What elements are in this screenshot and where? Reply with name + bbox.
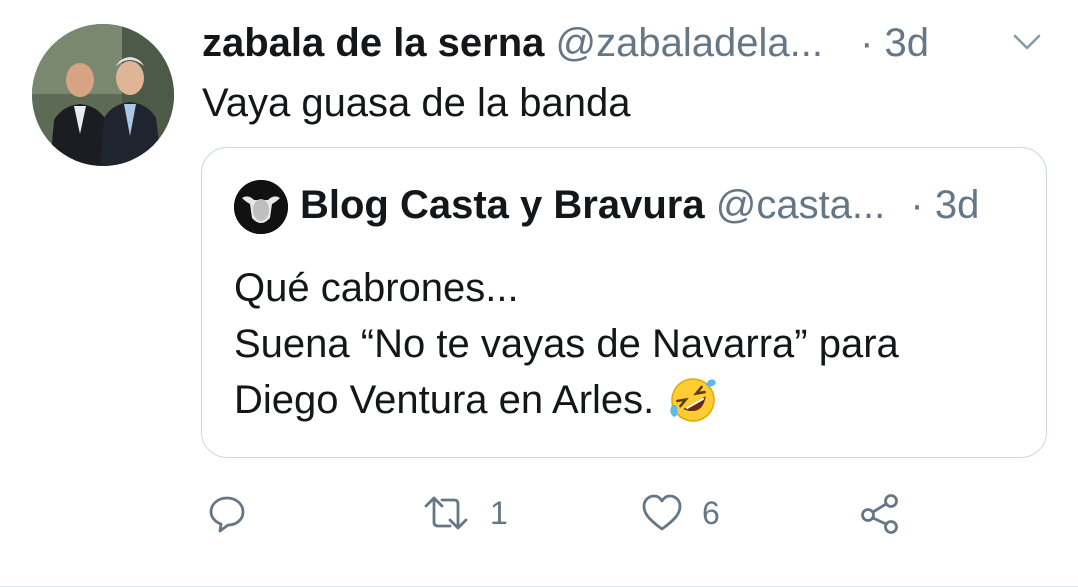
tweet-time[interactable]: · 3d [860, 21, 929, 65]
author-handle[interactable]: @zabaladela... [556, 21, 823, 65]
action-bar: 1 6 [0, 488, 1078, 538]
quoted-line-1: Qué cabrones... [234, 266, 519, 310]
reply-icon [206, 492, 248, 534]
quoted-line-3: Diego Ventura en Arles. [234, 378, 655, 422]
bull-head-avatar [234, 180, 288, 234]
like-button[interactable]: 6 [640, 488, 720, 538]
tweet-header: zabala de la serna @zabaladela... · 3d [202, 20, 1042, 66]
retweet-count: 1 [490, 494, 508, 531]
reply-button[interactable] [206, 488, 248, 538]
heart-icon [640, 492, 684, 534]
quoted-line-3-wrap: Diego Ventura en Arles. [234, 372, 899, 428]
author-avatar[interactable] [32, 24, 174, 166]
quoted-author-handle: @casta... [715, 183, 886, 227]
retweet-button[interactable]: 1 [420, 488, 508, 538]
quoted-text: Qué cabrones... Suena “No te vayas de Na… [234, 260, 899, 428]
quoted-time: · 3d [910, 183, 980, 227]
quoted-line-2: Suena “No te vayas de Navarra” para [234, 322, 899, 366]
tweet-text: Vaya guasa de la banda [202, 81, 631, 125]
quoted-author-name: Blog Casta y Bravura [300, 183, 705, 227]
rolling-on-floor-laughing-emoji [668, 375, 718, 425]
quoted-header: Blog Casta y Bravura @casta... · 3d [300, 180, 979, 230]
author-name[interactable]: zabala de la serna [202, 21, 544, 65]
share-button[interactable] [858, 488, 902, 538]
like-count: 6 [702, 494, 720, 531]
profile-photo-two-men [32, 24, 174, 166]
quoted-tweet-card[interactable]: Blog Casta y Bravura @casta... · 3d Qué … [201, 147, 1047, 458]
share-icon [858, 491, 902, 535]
chevron-down-icon[interactable] [1012, 32, 1042, 52]
retweet-icon [420, 492, 472, 534]
